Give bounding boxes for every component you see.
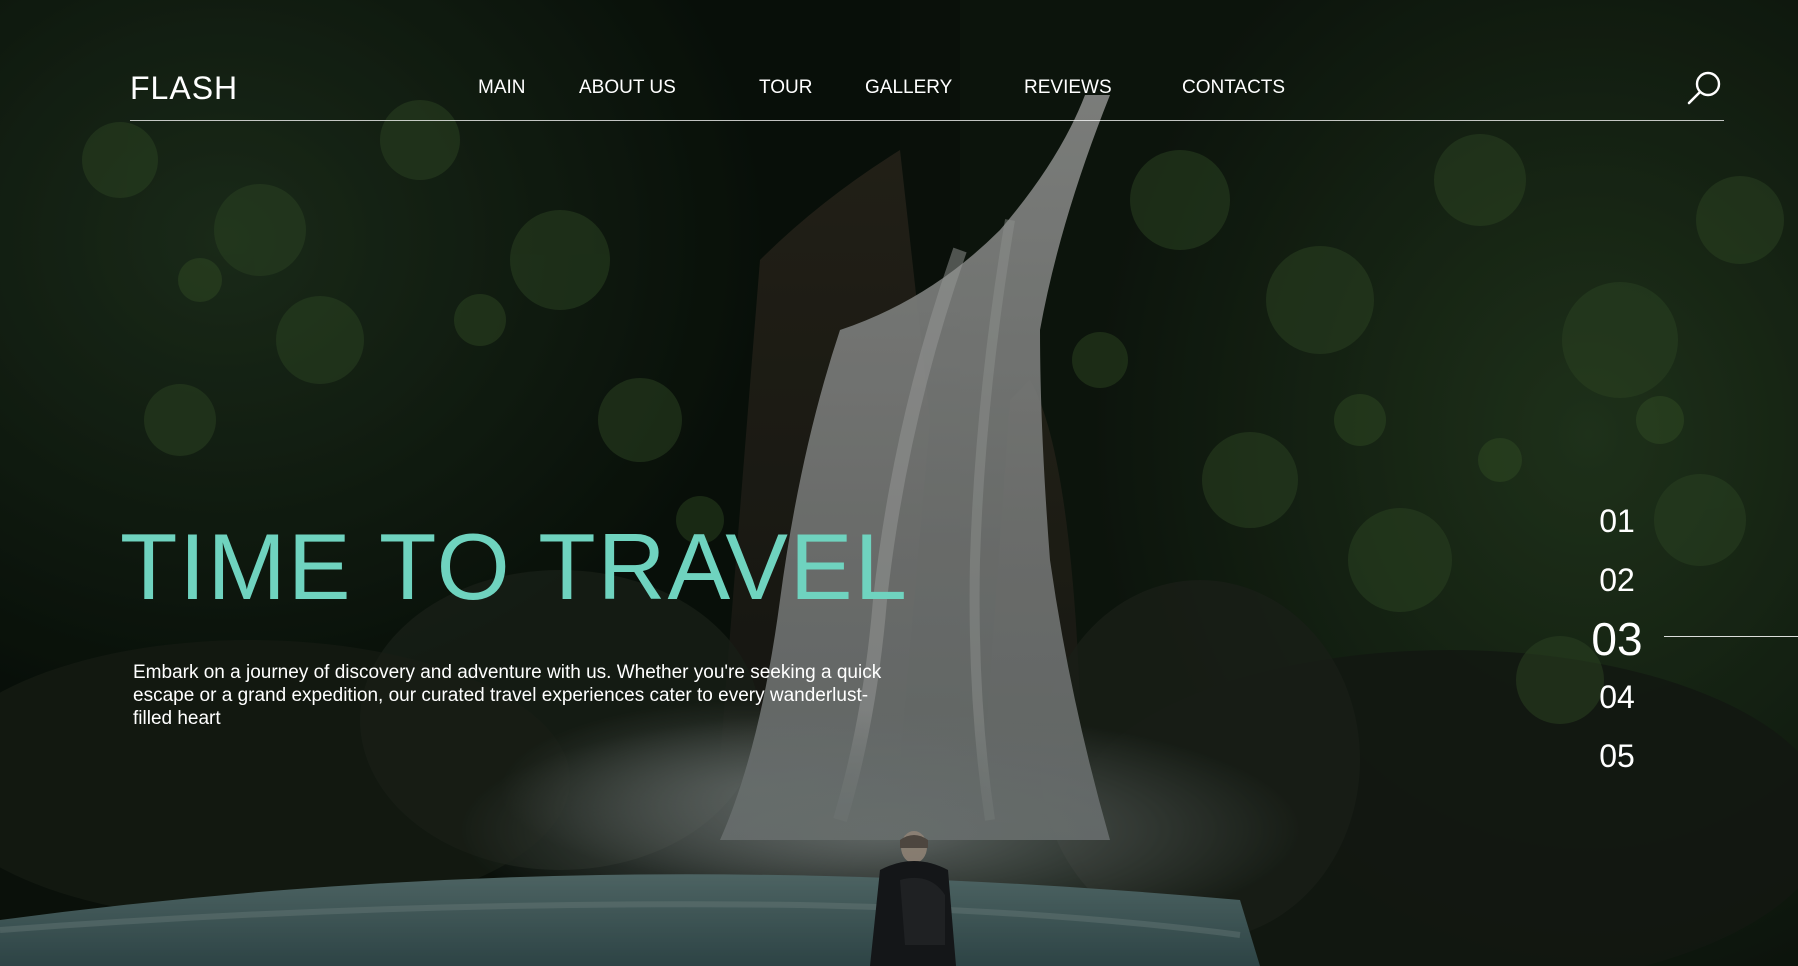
nav-tour[interactable]: TOUR: [759, 77, 812, 99]
slide-page-01[interactable]: 01: [1562, 505, 1672, 537]
nav-contacts[interactable]: CONTACTS: [1182, 77, 1285, 99]
header-divider: [130, 120, 1724, 121]
nav-about-us[interactable]: ABOUT US: [579, 77, 676, 99]
hero-section: FLASH MAIN ABOUT US TOUR GALLERY REVIEWS…: [0, 0, 1798, 966]
nav-gallery[interactable]: GALLERY: [865, 77, 952, 99]
search-icon: [1687, 71, 1721, 105]
slide-page-03-active[interactable]: 03: [1562, 616, 1672, 662]
waterfall-background-image: [0, 0, 1798, 966]
slide-page-05[interactable]: 05: [1562, 740, 1672, 772]
slide-page-02[interactable]: 02: [1562, 564, 1672, 596]
active-slide-indicator: [1664, 636, 1798, 637]
logo[interactable]: FLASH: [130, 70, 238, 107]
hero-title: TIME TO TRAVEL: [120, 514, 909, 619]
slide-page-04[interactable]: 04: [1562, 681, 1672, 713]
nav-main[interactable]: MAIN: [478, 77, 526, 99]
nav-reviews[interactable]: REVIEWS: [1024, 77, 1112, 99]
hero-description: Embark on a journey of discovery and adv…: [133, 662, 882, 729]
search-button[interactable]: [1684, 68, 1724, 108]
